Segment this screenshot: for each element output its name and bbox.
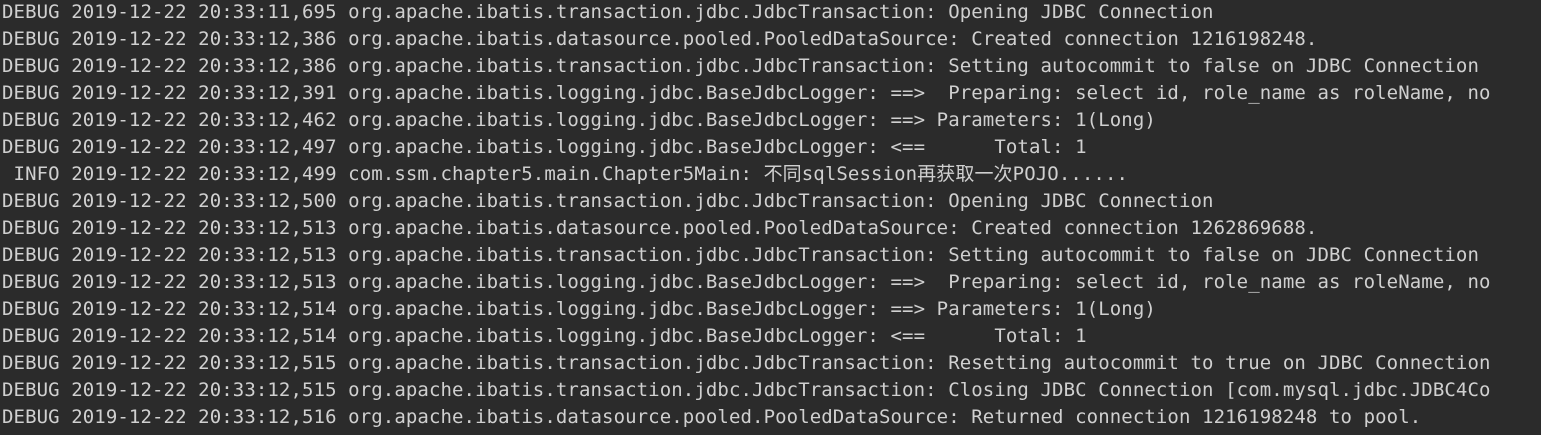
log-line: DEBUG 2019-12-22 20:33:12,497 org.apache… <box>2 136 1087 158</box>
log-line: DEBUG 2019-12-22 20:33:12,516 org.apache… <box>2 406 1422 428</box>
log-line: DEBUG 2019-12-22 20:33:12,515 org.apache… <box>2 352 1491 374</box>
log-line: DEBUG 2019-12-22 20:33:12,514 org.apache… <box>2 325 1087 347</box>
log-line: DEBUG 2019-12-22 20:33:12,386 org.apache… <box>2 55 1479 77</box>
log-line: DEBUG 2019-12-22 20:33:12,391 org.apache… <box>2 82 1491 104</box>
log-line: INFO 2019-12-22 20:33:12,499 com.ssm.cha… <box>2 163 1129 185</box>
log-line: DEBUG 2019-12-22 20:33:12,386 org.apache… <box>2 28 1318 50</box>
log-line: DEBUG 2019-12-22 20:33:12,513 org.apache… <box>2 244 1479 266</box>
log-line: DEBUG 2019-12-22 20:33:12,515 org.apache… <box>2 379 1491 401</box>
log-line: DEBUG 2019-12-22 20:33:12,514 org.apache… <box>2 298 1156 320</box>
log-line: DEBUG 2019-12-22 20:33:11,695 org.apache… <box>2 1 1214 23</box>
log-line: DEBUG 2019-12-22 20:33:12,513 org.apache… <box>2 271 1491 293</box>
log-line: DEBUG 2019-12-22 20:33:12,500 org.apache… <box>2 190 1214 212</box>
console-output[interactable]: DEBUG 2019-12-22 20:33:11,695 org.apache… <box>0 0 1541 435</box>
log-line: DEBUG 2019-12-22 20:33:12,462 org.apache… <box>2 109 1156 131</box>
log-line: DEBUG 2019-12-22 20:33:12,513 org.apache… <box>2 217 1318 239</box>
